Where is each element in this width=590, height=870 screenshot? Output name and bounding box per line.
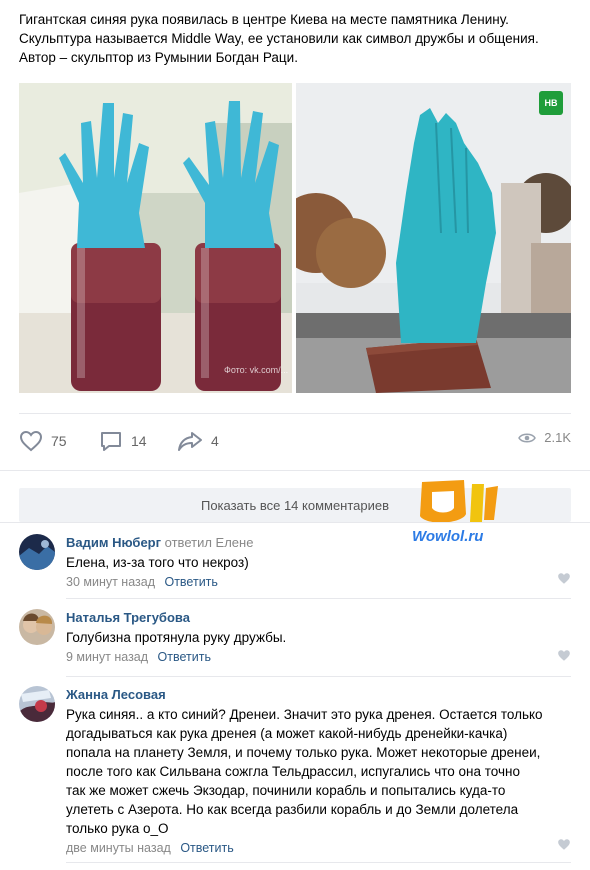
comment-like-icon[interactable] [557,649,571,662]
divider [0,522,590,523]
post-text-line: Скульптура называется Middle Way, ее уст… [19,31,539,46]
post-actions: 75 14 4 2.1K [19,424,571,460]
replied-to: ответил Елене [164,535,254,550]
comment-count: 14 [131,433,147,449]
comment-body: Жанна Лесовая Рука синяя.. а кто синий? … [66,686,571,856]
comment-item: Жанна Лесовая Рука синяя.. а кто синий? … [19,686,571,856]
avatar[interactable] [19,609,55,645]
like-button[interactable]: 75 [19,430,67,452]
divider [66,598,571,599]
post-photos: Фото: vk.com/... НВ [19,83,571,393]
comment-author[interactable]: Наталья Трегубова [66,609,571,626]
photo-gloves-jars[interactable]: Фото: vk.com/... [19,83,292,393]
views-count: 2.1K [544,430,571,445]
post-text: Гигантская синяя рука появилась в центре… [19,10,579,67]
photo-blue-hand-statue[interactable]: НВ [296,83,571,393]
comment-text-line: только рука о_О [66,821,169,836]
author-name[interactable]: Вадим Нюберг [66,535,161,550]
share-count: 4 [211,433,219,449]
comment-text-line: попала на планету Земля, и почему только… [66,745,541,760]
comment-button[interactable]: 14 [99,430,147,452]
comment-text-line: так же может сжечь Экзодар, починили кор… [66,783,506,798]
comment-body: Вадим Нюберг ответил Елене Елена, из-за … [66,534,571,590]
gloves-jars-image [19,83,292,393]
comment-time[interactable]: 30 минут назад [66,575,155,589]
eye-icon [518,432,537,444]
comment-item: Наталья Трегубова Голубизна протянула ру… [19,609,571,669]
comment-like-icon[interactable] [557,572,571,585]
comment-author[interactable]: Жанна Лесовая [66,686,571,703]
comment-text: Рука синяя.. а кто синий? Дренеи. Значит… [66,705,571,838]
avatar[interactable] [19,534,55,570]
post-text-line: Гигантская синяя рука появилась в центре… [19,12,509,27]
heart-icon [19,430,43,452]
reply-button[interactable]: Ответить [164,575,217,589]
photo-credit: Фото: vk.com/... [224,365,289,375]
comment-time[interactable]: две минуты назад [66,841,171,855]
divider [66,676,571,677]
comment-meta: 9 минут назад Ответить [66,649,571,665]
post-text-line: Автор – скульптор из Румынии Богдан Раци… [19,50,298,65]
ntv-logo-badge: НВ [539,91,563,115]
comment-icon [99,430,123,452]
share-icon [177,430,203,452]
views-counter: 2.1K [518,430,571,445]
comment-time[interactable]: 9 минут назад [66,650,148,664]
comment-author[interactable]: Вадим Нюберг ответил Елене [66,534,571,551]
comment-text: Елена, из-за того что некроз) [66,553,571,572]
divider [66,862,571,863]
comment-item: Вадим Нюберг ответил Елене Елена, из-за … [19,534,571,594]
divider [19,413,571,414]
share-button[interactable]: 4 [177,430,219,452]
reply-button[interactable]: Ответить [158,650,211,664]
avatar[interactable] [19,686,55,722]
reply-button[interactable]: Ответить [180,841,233,855]
like-count: 75 [51,433,67,449]
comment-text-line: догадываться как рука дренея (а может ка… [66,726,508,741]
author-name[interactable]: Жанна Лесовая [66,687,166,702]
author-name[interactable]: Наталья Трегубова [66,610,190,625]
comment-meta: две минуты назад Ответить [66,840,571,856]
comment-meta: 30 минут назад Ответить [66,574,571,590]
comment-text-line: Елена, из-за того что некроз) [66,555,249,570]
comment-body: Наталья Трегубова Голубизна протянула ру… [66,609,571,665]
comment-like-icon[interactable] [557,838,571,851]
comment-text: Голубизна протянула руку дружбы. [66,628,571,647]
comment-text-line: Рука синяя.. а кто синий? Дренеи. Значит… [66,707,543,722]
comment-text-line: после того как Сильвана сожгла Тельдрасс… [66,764,520,779]
comment-text-line: улететь с Азерота. Но как всегда разбили… [66,802,519,817]
comment-text-line: Голубизна протянула руку дружбы. [66,630,287,645]
divider [0,470,590,471]
statue-image [296,83,571,393]
